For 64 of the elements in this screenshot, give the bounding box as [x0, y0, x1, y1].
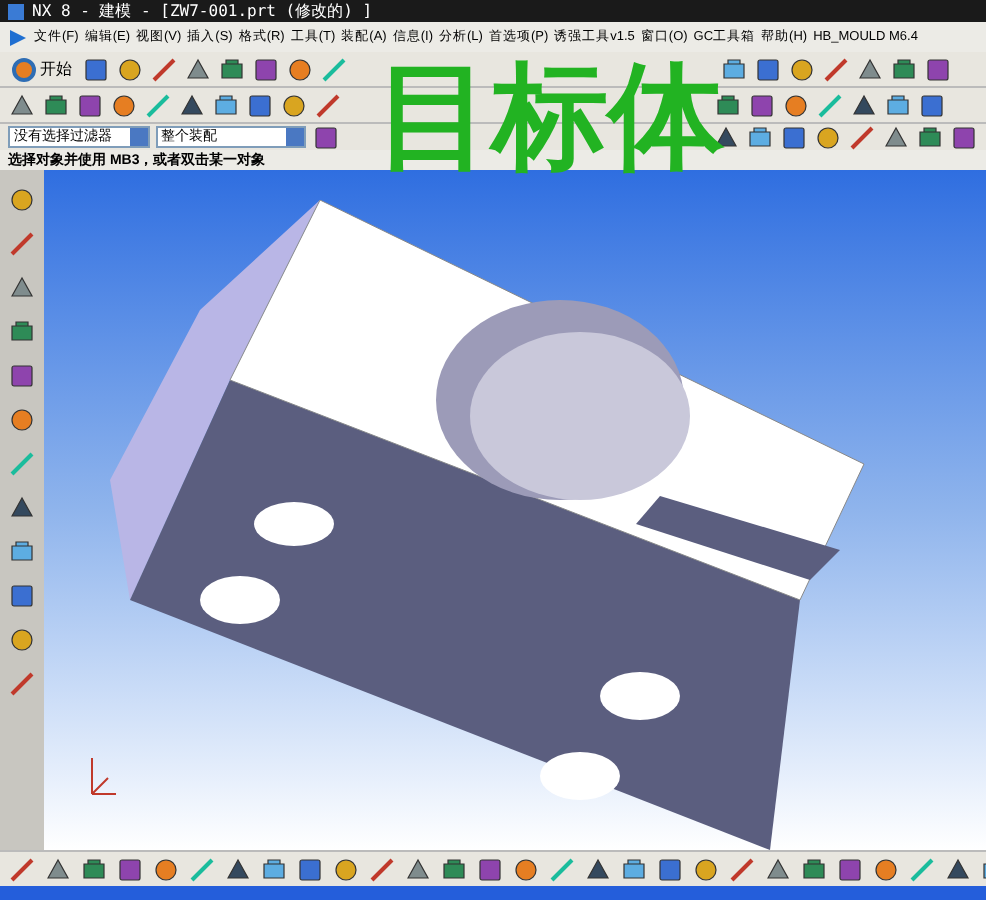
- toolbar-icon[interactable]: [286, 55, 314, 83]
- toolbar-icon[interactable]: [788, 55, 816, 83]
- toolbar-icon[interactable]: [212, 91, 240, 119]
- toolbar-icon[interactable]: [836, 855, 864, 883]
- toolbar-icon[interactable]: [754, 55, 782, 83]
- snap-icon[interactable]: [950, 123, 978, 151]
- toolbar-icon[interactable]: [152, 855, 180, 883]
- toolbar-icon[interactable]: [822, 55, 850, 83]
- toolbar-icon[interactable]: [476, 855, 504, 883]
- toolbar-icon[interactable]: [884, 91, 912, 119]
- resource-icon[interactable]: [8, 406, 36, 434]
- toolbar-icon[interactable]: [296, 855, 324, 883]
- app-icon: [8, 3, 24, 19]
- toolbar-icon[interactable]: [82, 55, 110, 83]
- resource-icon[interactable]: [8, 670, 36, 698]
- toolbar-icon[interactable]: [512, 855, 540, 883]
- resource-icon[interactable]: [8, 494, 36, 522]
- toolbar-icon[interactable]: [280, 91, 308, 119]
- toolbar-icon[interactable]: [440, 855, 468, 883]
- resource-icon[interactable]: [8, 274, 36, 302]
- toolbar-icon[interactable]: [924, 55, 952, 83]
- resource-icon[interactable]: [8, 186, 36, 214]
- toolbar-icon[interactable]: [368, 855, 396, 883]
- toolbar-icon[interactable]: [246, 91, 274, 119]
- toolbar-icon[interactable]: [42, 91, 70, 119]
- annotation-text: 目标体: [376, 60, 724, 176]
- toolbar-icon[interactable]: [260, 855, 288, 883]
- toolbar-icon[interactable]: [150, 55, 178, 83]
- toolbar-icon[interactable]: [620, 855, 648, 883]
- toolbar-icon[interactable]: [76, 91, 104, 119]
- toolbar-icon[interactable]: [8, 855, 36, 883]
- snap-icon[interactable]: [780, 123, 808, 151]
- start-icon: [12, 57, 36, 81]
- resource-icon[interactable]: [8, 582, 36, 610]
- snap-icon[interactable]: [746, 123, 774, 151]
- toolbar-icon[interactable]: [252, 55, 280, 83]
- toolbar-icon[interactable]: [656, 855, 684, 883]
- snap-icon[interactable]: [312, 123, 340, 151]
- nx-icon: [8, 27, 28, 47]
- resource-icon[interactable]: [8, 362, 36, 390]
- toolbar-icon[interactable]: [872, 855, 900, 883]
- start-button[interactable]: 开始: [8, 57, 76, 81]
- toolbar-icon[interactable]: [116, 55, 144, 83]
- toolbar-icon[interactable]: [748, 91, 776, 119]
- snap-icon[interactable]: [916, 123, 944, 151]
- toolbar-icon[interactable]: [918, 91, 946, 119]
- resource-icon[interactable]: [8, 318, 36, 346]
- snap-icon[interactable]: [848, 123, 876, 151]
- toolbar-icon[interactable]: [728, 855, 756, 883]
- resource-icon[interactable]: [8, 230, 36, 258]
- toolbar-icon[interactable]: [218, 55, 246, 83]
- toolbar-icon[interactable]: [692, 855, 720, 883]
- toolbar-icon[interactable]: [116, 855, 144, 883]
- toolbar-icon[interactable]: [890, 55, 918, 83]
- toolbar-icon[interactable]: [782, 91, 810, 119]
- resource-icon[interactable]: [8, 626, 36, 654]
- toolbar-icon[interactable]: [800, 855, 828, 883]
- toolbar-icon[interactable]: [314, 91, 342, 119]
- snap-icon[interactable]: [814, 123, 842, 151]
- window-title: NX 8 - 建模 - [ZW7-001.prt (修改的) ]: [32, 3, 373, 19]
- toolbar-icon[interactable]: [80, 855, 108, 883]
- resource-icon[interactable]: [8, 538, 36, 566]
- toolbar-icon[interactable]: [110, 91, 138, 119]
- toolbar-icon[interactable]: [332, 855, 360, 883]
